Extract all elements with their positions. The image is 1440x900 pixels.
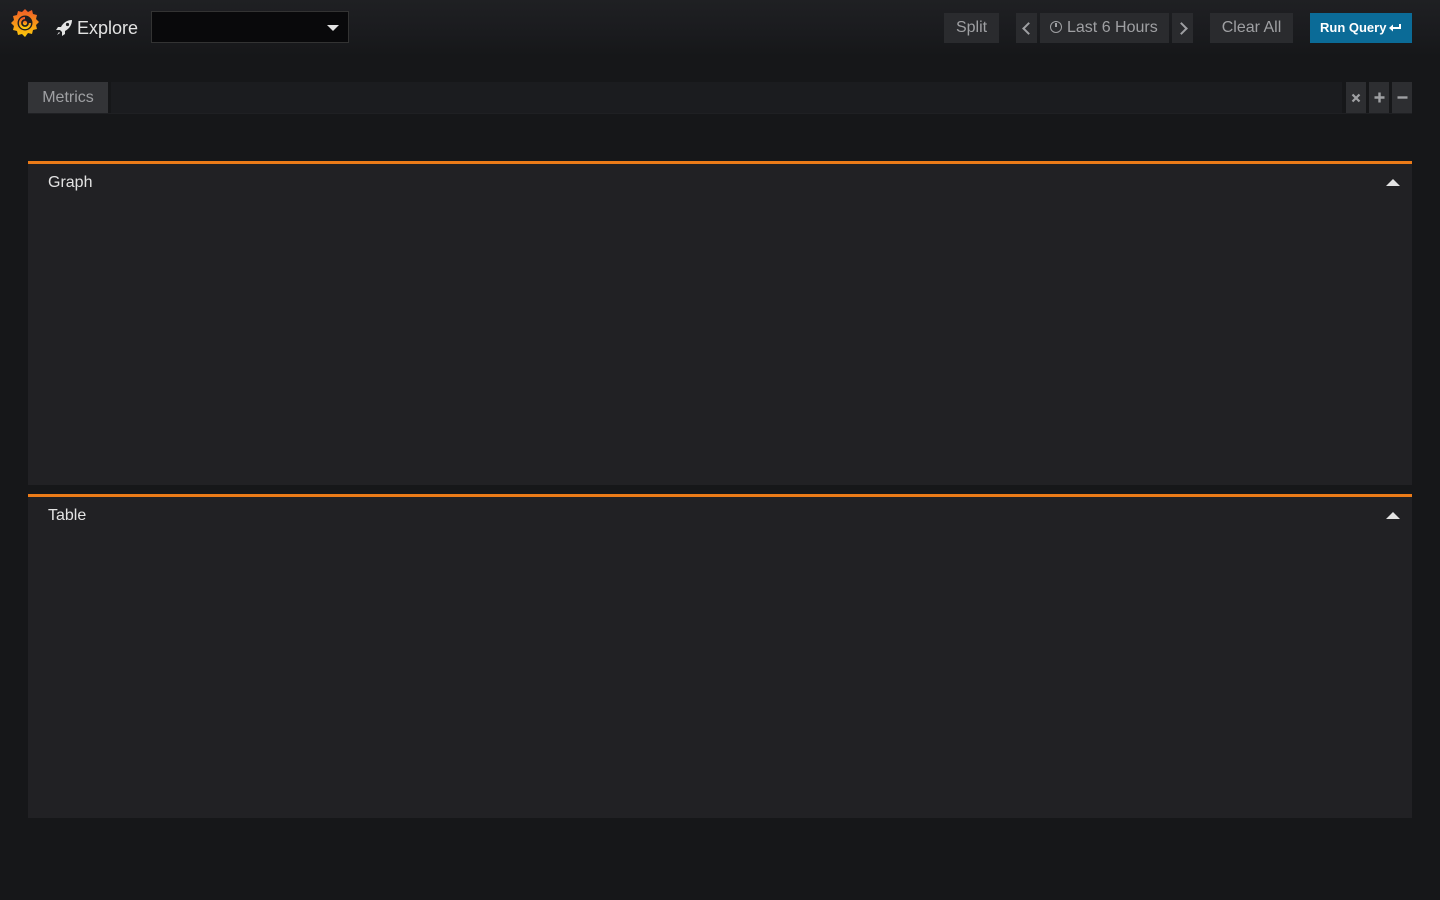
run-query-label: Run Query	[1320, 20, 1387, 35]
graph-panel: Graph	[28, 161, 1412, 485]
caret-up-icon[interactable]	[1386, 512, 1400, 519]
minus-icon	[1397, 96, 1407, 99]
split-button[interactable]: Split	[944, 13, 999, 43]
close-icon	[1351, 93, 1361, 103]
add-query-button[interactable]	[1369, 82, 1389, 113]
chevron-left-icon	[1021, 22, 1035, 35]
time-range-label: Last 6 Hours	[1067, 19, 1158, 36]
enter-icon	[1389, 24, 1401, 32]
remove-query-button[interactable]	[1346, 82, 1366, 113]
page-title: Explore	[77, 18, 139, 38]
time-range-prev-button[interactable]	[1016, 13, 1037, 43]
navbar: Explore Split Last 6 Hours Clear All Run…	[0, 0, 1440, 56]
collapse-query-button[interactable]	[1392, 82, 1412, 113]
query-row: Metrics	[28, 82, 1412, 114]
table-panel: Table	[28, 494, 1412, 818]
caret-up-icon[interactable]	[1386, 179, 1400, 186]
graph-panel-title: Graph	[48, 174, 93, 191]
table-panel-title: Table	[48, 507, 87, 524]
clock-icon	[1050, 21, 1062, 33]
run-query-button[interactable]: Run Query	[1310, 13, 1412, 43]
plus-icon	[1374, 92, 1384, 103]
clear-all-button[interactable]: Clear All	[1210, 13, 1293, 43]
time-range-picker[interactable]: Last 6 Hours	[1040, 13, 1169, 43]
caret-down-icon	[327, 25, 339, 31]
query-field-label: Metrics	[28, 82, 108, 113]
datasource-picker[interactable]	[151, 11, 349, 43]
query-input[interactable]	[111, 82, 1342, 113]
time-range-next-button[interactable]	[1172, 13, 1193, 43]
query-row-divider	[28, 113, 1412, 114]
grafana-logo-icon[interactable]	[8, 6, 42, 40]
rocket-icon	[56, 20, 72, 36]
chevron-right-icon	[1174, 22, 1188, 35]
